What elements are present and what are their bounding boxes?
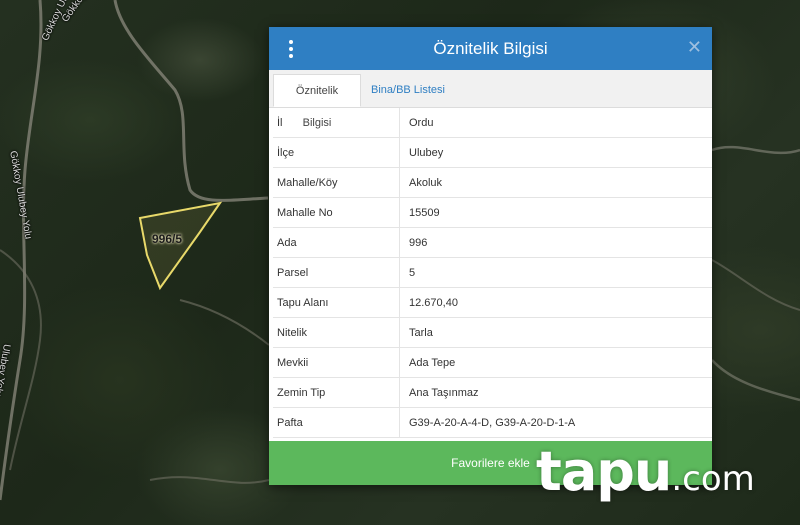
table-row: Ada 996 [273, 227, 712, 258]
attribute-key: İlçe [273, 137, 400, 168]
attribute-key: Mahalle/Köy [273, 167, 400, 198]
attribute-table: İl Ordu İlçe Ulubey Mahalle/Köy Akoluk Mahalle… [273, 108, 712, 438]
attribute-key: İl [273, 108, 400, 138]
road [711, 259, 800, 311]
road [179, 299, 270, 346]
tab-attribute-info[interactable]: Öznitelik Bilgisi [273, 74, 361, 129]
attribute-value: Tarla [399, 317, 712, 348]
close-icon[interactable]: ✕ [687, 37, 702, 57]
attribute-key: Nitelik [273, 317, 400, 348]
watermark-main-text: tapu [536, 440, 672, 503]
popup-title: Öznitelik Bilgisi [433, 39, 548, 58]
table-row: İl Ordu [273, 108, 712, 138]
tapu-watermark-logo: tapu.com [536, 440, 755, 503]
attribute-key: Ada [273, 227, 400, 258]
table-row: İlçe Ulubey [273, 137, 712, 168]
table-row: Zemin Tip Ana Taşınmaz [273, 377, 712, 408]
attribute-value: Ordu [399, 108, 712, 138]
parcel-label: 996/5 [152, 232, 183, 246]
attribute-value: Akoluk [399, 167, 712, 198]
table-row: Mevkii Ada Tepe [273, 347, 712, 378]
attribute-value: 5 [399, 257, 712, 288]
watermark-tld-text: .com [671, 459, 755, 499]
attribute-value: Ana Taşınmaz [399, 377, 712, 408]
attribute-value: Ada Tepe [399, 347, 712, 378]
road [711, 359, 800, 402]
attribute-key: Tapu Alanı [273, 287, 400, 318]
attribute-value: G39-A-20-A-4-D, G39-A-20-D-1-A [399, 407, 712, 438]
attribute-key: Mahalle No [273, 197, 400, 228]
attribute-value: 15509 [399, 197, 712, 228]
table-row: Tapu Alanı 12.670,40 [273, 287, 712, 318]
road [149, 476, 270, 484]
attribute-info-popup: Öznitelik Bilgisi ✕ Öznitelik Bilgisi Bi… [269, 27, 712, 485]
road [711, 145, 800, 155]
attribute-value: Ulubey [399, 137, 712, 168]
attribute-value: 996 [399, 227, 712, 258]
attribute-key: Zemin Tip [273, 377, 400, 408]
attribute-key: Parsel [273, 257, 400, 288]
table-row: Nitelik Tarla [273, 317, 712, 348]
table-row: Mahalle No 15509 [273, 197, 712, 228]
road [113, 0, 269, 202]
table-row: Pafta G39-A-20-A-4-D, G39-A-20-D-1-A [273, 407, 712, 438]
tab-building-list[interactable]: Bina/BB Listesi [363, 74, 453, 107]
table-row: Parsel 5 [273, 257, 712, 288]
attribute-key: Mevkii [273, 347, 400, 378]
tab-bar: Öznitelik Bilgisi Bina/BB Listesi [269, 70, 712, 129]
popup-header: Öznitelik Bilgisi ✕ [269, 27, 712, 70]
attribute-value: 12.670,40 [399, 287, 712, 318]
attribute-key: Pafta [273, 407, 400, 438]
table-row: Mahalle/Köy Akoluk [273, 167, 712, 198]
